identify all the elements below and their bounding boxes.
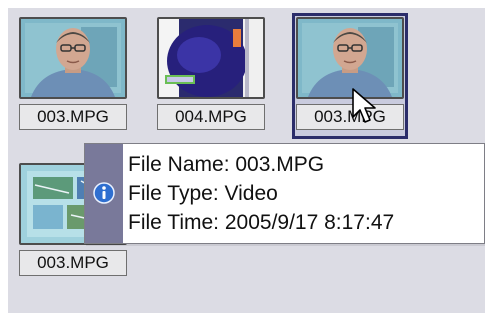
file-tile-003-mpg[interactable]: 003.MPG <box>15 13 131 139</box>
man-portrait-thumbnail <box>19 17 127 99</box>
man-portrait-thumbnail <box>296 17 404 99</box>
file-name-label: 003.MPG <box>19 104 127 130</box>
dark-blue-video-frame-thumbnail <box>157 17 265 99</box>
file-time-line: File Time: 2005/9/17 8:17:47 <box>128 211 395 234</box>
mouse-pointer-icon <box>352 88 376 123</box>
file-name-label: 004.MPG <box>157 104 265 130</box>
file-name-line: File Name: 003.MPG <box>128 153 325 176</box>
info-icon <box>93 182 115 204</box>
tooltip-text: File Name: 003.MPG File Type: Video File… <box>128 150 480 237</box>
file-tile-004-mpg[interactable]: 004.MPG <box>153 13 269 139</box>
file-info-tooltip: File Name: 003.MPG File Type: Video File… <box>84 143 485 244</box>
file-tile-003-mpg-selected[interactable]: 003.MPG <box>292 13 408 139</box>
file-type-line: File Type: Video <box>128 182 278 205</box>
file-name-label: 003.MPG <box>296 104 404 130</box>
file-thumbnail-panel: 003.MPG 004.MPG 003.MPG 003.MPG File Nam… <box>8 8 485 313</box>
file-name-label: 003.MPG <box>19 250 127 276</box>
tooltip-icon-strip <box>85 144 123 243</box>
